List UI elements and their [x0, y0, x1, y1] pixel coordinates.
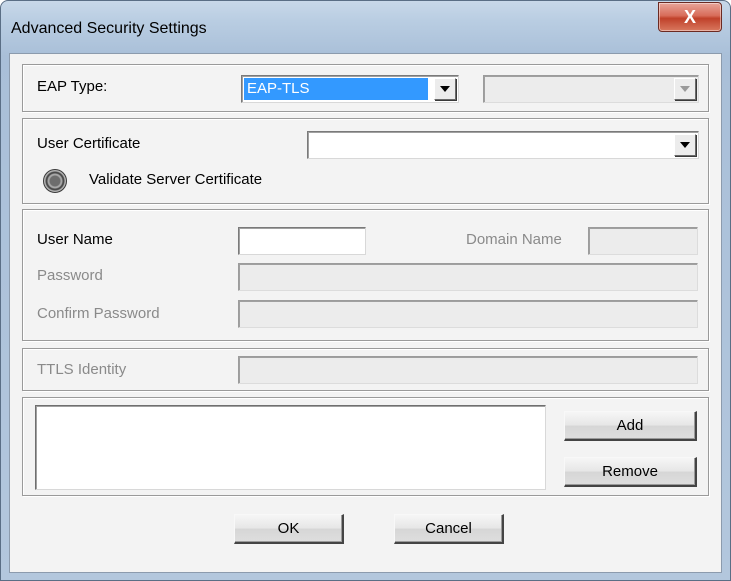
items-listbox[interactable] — [35, 405, 546, 490]
eap-type-selected-value: EAP-TLS — [244, 78, 428, 100]
user-certificate-dropdown-button[interactable] — [674, 134, 696, 156]
eap-type-select[interactable]: EAP-TLS — [241, 75, 459, 103]
window-title: Advanced Security Settings — [11, 20, 207, 37]
eap-type-group: EAP Type: EAP-TLS — [22, 64, 709, 112]
eap-subtype-select — [483, 75, 699, 103]
title-bar[interactable]: Advanced Security Settings X — [1, 1, 730, 53]
add-button[interactable]: Add — [564, 411, 697, 441]
domain-name-input — [588, 227, 698, 255]
eap-type-label: EAP Type: — [37, 78, 108, 95]
list-group: Add Remove — [22, 397, 709, 496]
ok-button[interactable]: OK — [234, 514, 344, 544]
certificate-group: User Certificate Validate Server Certifi… — [22, 118, 709, 204]
password-label: Password — [37, 267, 103, 284]
user-certificate-select[interactable] — [307, 131, 699, 159]
password-input — [238, 263, 698, 291]
user-name-input[interactable] — [238, 227, 366, 255]
domain-name-label: Domain Name — [466, 231, 562, 248]
ttls-identity-input — [238, 356, 698, 384]
validate-server-certificate-radio[interactable] — [43, 169, 67, 193]
ttls-identity-group: TTLS Identity — [22, 348, 709, 391]
chevron-down-icon — [680, 86, 690, 92]
dialog-client-area: EAP Type: EAP-TLS User Certificate Valid… — [9, 53, 722, 573]
advanced-security-settings-dialog: Advanced Security Settings X EAP Type: E… — [0, 0, 731, 581]
eap-type-dropdown-button[interactable] — [434, 78, 456, 100]
validate-server-certificate-label[interactable]: Validate Server Certificate — [89, 171, 262, 188]
chevron-down-icon — [680, 142, 690, 148]
ttls-identity-label: TTLS Identity — [37, 361, 127, 378]
chevron-down-icon — [440, 86, 450, 92]
close-icon: X — [683, 6, 696, 27]
close-button[interactable]: X — [658, 2, 722, 32]
eap-subtype-dropdown-button — [674, 78, 696, 100]
remove-button[interactable]: Remove — [564, 457, 697, 487]
credentials-group: User Name Domain Name Password Confirm P… — [22, 209, 709, 341]
user-name-label: User Name — [37, 231, 113, 248]
confirm-password-label: Confirm Password — [37, 305, 160, 322]
confirm-password-input — [238, 300, 698, 328]
cancel-button[interactable]: Cancel — [394, 514, 504, 544]
user-certificate-label: User Certificate — [37, 135, 141, 152]
